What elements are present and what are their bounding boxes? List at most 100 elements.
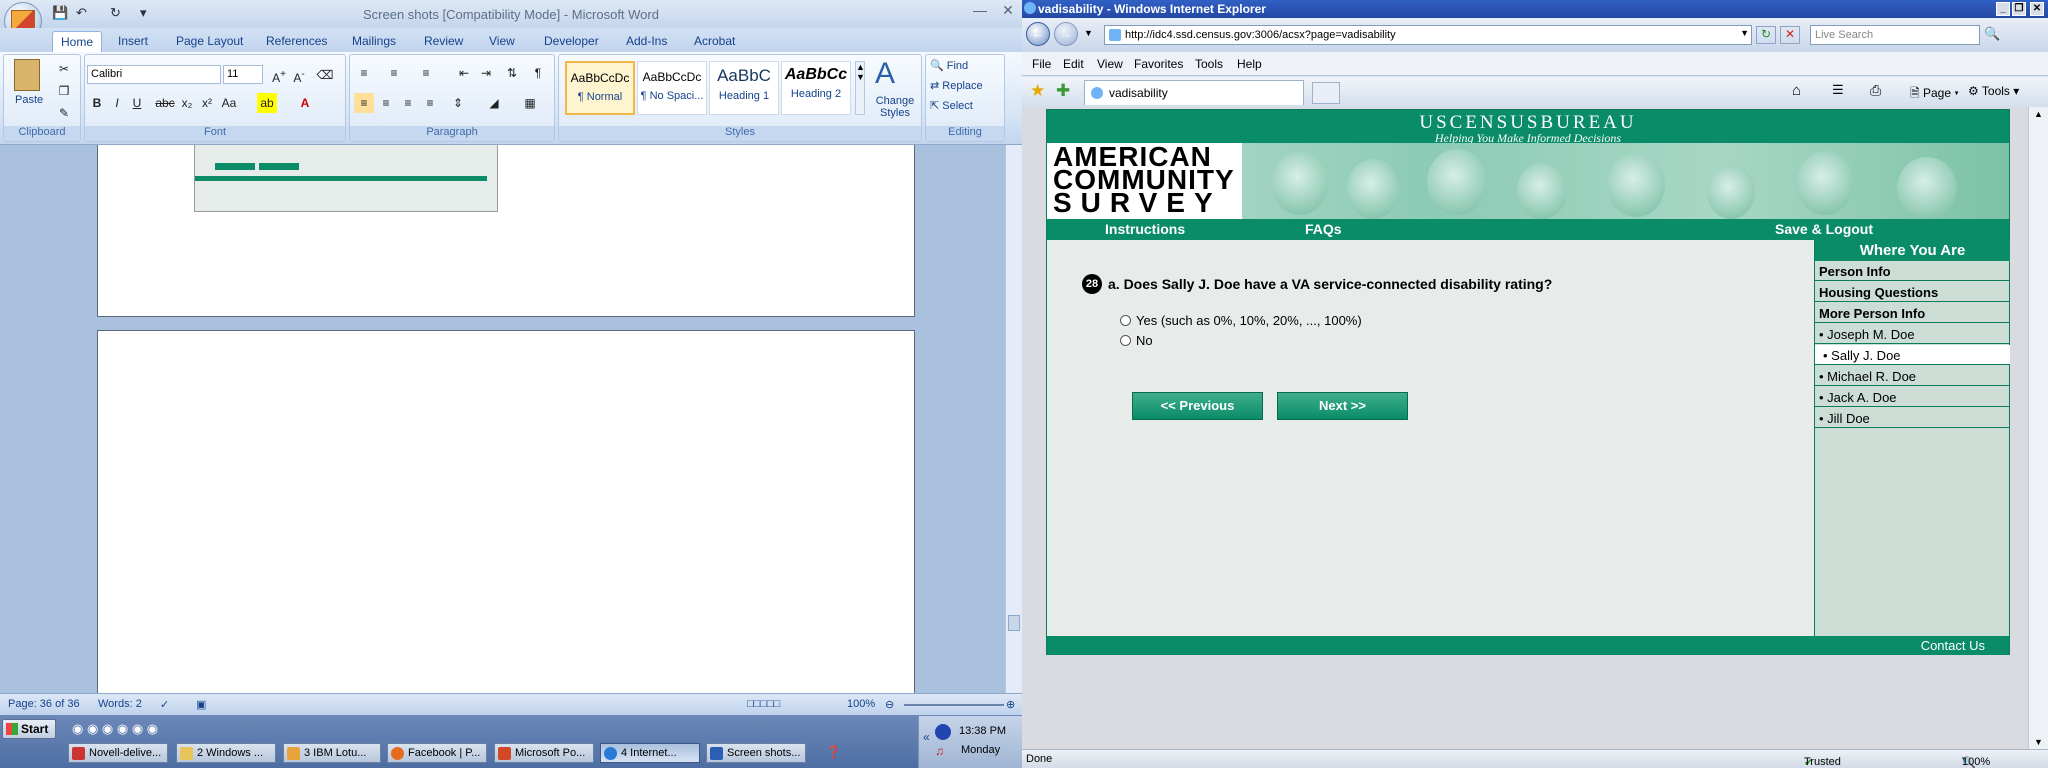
word-close-button[interactable]: ✕ — [996, 2, 1020, 20]
save-icon[interactable]: 💾 — [52, 5, 68, 21]
bullets-icon[interactable]: ≡ — [354, 63, 374, 83]
grow-font-icon[interactable]: A+ — [269, 65, 289, 85]
taskbar-item-facebook[interactable]: Facebook | P... — [387, 743, 487, 763]
contact-us-link[interactable]: Contact Us — [1921, 638, 1985, 653]
font-name-field[interactable]: Calibri — [87, 65, 221, 84]
ie-close-button[interactable]: ✕ — [2030, 2, 2044, 16]
style-heading-1[interactable]: AaBbC Heading 1 — [709, 61, 779, 115]
style-heading-2[interactable]: AaBbCc Heading 2 — [781, 61, 851, 115]
taskbar-item-windows[interactable]: 2 Windows ... — [176, 743, 276, 763]
new-tab-button[interactable] — [1312, 82, 1340, 104]
sidebar-item-jack[interactable]: • Jack A. Doe — [1815, 387, 2010, 407]
tab-acrobat[interactable]: Acrobat — [686, 31, 743, 52]
zoom-slider[interactable] — [904, 704, 1004, 706]
clock-time[interactable]: 13:38 PM — [959, 725, 1006, 737]
instructions-link[interactable]: Instructions — [1105, 221, 1185, 237]
replace-button[interactable]: ⇄ Replace — [930, 79, 983, 92]
sidebar-item-michael[interactable]: • Michael R. Doe — [1815, 366, 2010, 386]
zoom-out-icon[interactable]: ⊖ — [885, 698, 894, 711]
print-icon[interactable]: ⎙ — [1870, 82, 1881, 99]
option-yes[interactable]: Yes (such as 0%, 10%, 20%, ..., 100%) — [1120, 313, 1362, 328]
borders-icon[interactable]: ▦ — [520, 93, 540, 113]
document-page-empty[interactable] — [97, 330, 915, 693]
word-minimize-button[interactable]: — — [968, 2, 992, 20]
tools-menu[interactable]: ⚙ Tools ▾ — [1968, 84, 2019, 98]
faqs-link[interactable]: FAQs — [1305, 221, 1342, 237]
home-icon[interactable]: ⌂ — [1792, 82, 1801, 99]
align-right-icon[interactable]: ≡ — [398, 93, 418, 113]
stop-icon[interactable]: ✕ — [1780, 26, 1800, 44]
tab-home[interactable]: Home — [52, 31, 103, 52]
numbering-icon[interactable]: ≡ — [384, 63, 404, 83]
tab-view[interactable]: View — [481, 31, 523, 52]
taskbar-item-lotus[interactable]: 3 IBM Lotu... — [283, 743, 381, 763]
document-page[interactable] — [97, 145, 915, 317]
justify-icon[interactable]: ≡ — [420, 93, 440, 113]
option-no[interactable]: No — [1120, 333, 1153, 348]
font-size-field[interactable]: 11 — [223, 65, 263, 84]
page-count[interactable]: Page: 36 of 36 — [8, 698, 80, 710]
ie-vertical-scrollbar[interactable]: ▲ ▼ — [2028, 107, 2048, 749]
word-count[interactable]: Words: 2 — [98, 698, 142, 710]
sidebar-item-more-person-info[interactable]: More Person Info — [1815, 303, 2010, 323]
search-icon[interactable]: 🔍 — [1984, 26, 2000, 42]
tab-add-ins[interactable]: Add-Ins — [618, 31, 675, 52]
tab-references[interactable]: References — [258, 31, 335, 52]
undo-icon[interactable]: ↶ — [76, 5, 87, 21]
forward-icon[interactable]: → — [1054, 22, 1078, 46]
paste-button[interactable]: Paste — [15, 94, 43, 106]
taskbar-item-word[interactable]: Screen shots... — [706, 743, 806, 763]
address-bar[interactable]: http://idc4.ssd.census.gov:3006/acsx?pag… — [1104, 25, 1752, 45]
macro-icon[interactable]: ▣ — [196, 698, 206, 711]
shading-icon[interactable]: ◢ — [484, 93, 504, 113]
subscript-icon[interactable]: x₂ — [177, 93, 197, 113]
sidebar-item-joseph[interactable]: • Joseph M. Doe — [1815, 324, 2010, 344]
menu-favorites[interactable]: Favorites — [1134, 57, 1183, 71]
font-color-icon[interactable]: A — [295, 93, 315, 113]
page-menu[interactable]: 🗎 Page ▾ — [1910, 84, 1959, 105]
redo-icon[interactable]: ↻ — [110, 5, 121, 21]
scroll-down-icon[interactable]: ▼ — [2034, 737, 2043, 747]
find-button[interactable]: 🔍 Find — [930, 59, 968, 72]
highlight-icon[interactable]: ab — [257, 93, 277, 113]
back-icon[interactable]: ← — [1026, 22, 1050, 46]
favorites-star-icon[interactable]: ★ — [1030, 81, 1045, 101]
cut-icon[interactable]: ✂ — [54, 59, 74, 79]
menu-file[interactable]: File — [1032, 57, 1051, 71]
sidebar-item-housing-questions[interactable]: Housing Questions — [1815, 282, 2010, 302]
ie-minimize-button[interactable]: _ — [1996, 2, 2010, 16]
sort-icon[interactable]: ⇅ — [502, 63, 522, 83]
search-input[interactable]: Live Search — [1810, 25, 1980, 45]
zoom-control[interactable]: 🔍 100% ▾ — [1962, 753, 1990, 768]
menu-tools[interactable]: Tools — [1195, 57, 1223, 71]
taskbar-item-internet-explorer[interactable]: 4 Internet... — [600, 743, 700, 763]
word-vertical-scrollbar[interactable] — [1005, 145, 1022, 693]
refresh-icon[interactable]: ↻ — [1756, 26, 1776, 44]
history-dropdown-icon[interactable]: ▼ — [1084, 28, 1093, 38]
italic-icon[interactable]: I — [107, 93, 127, 113]
strikethrough-icon[interactable]: abc — [155, 93, 175, 113]
next-button[interactable]: Next >> — [1277, 392, 1408, 420]
previous-button[interactable]: << Previous — [1132, 392, 1263, 420]
change-case-icon[interactable]: Aa — [219, 93, 239, 113]
clear-format-icon[interactable]: ⌫ — [315, 65, 335, 85]
help-icon[interactable]: ❓ — [826, 745, 841, 759]
taskbar-item-novell[interactable]: Novell-delive... — [68, 743, 168, 763]
align-center-icon[interactable]: ≡ — [376, 93, 396, 113]
copy-icon[interactable]: ❐ — [54, 81, 74, 101]
superscript-icon[interactable]: x² — [197, 93, 217, 113]
change-styles-button[interactable]: Change Styles — [869, 95, 921, 119]
ie-restore-button[interactable]: ❐ — [2012, 2, 2026, 16]
tray-expand-icon[interactable]: « — [923, 730, 930, 744]
add-favorite-icon[interactable]: ✚ — [1056, 81, 1070, 101]
save-logout-link[interactable]: Save & Logout — [1775, 221, 1873, 237]
menu-help[interactable]: Help — [1237, 57, 1262, 71]
document-area[interactable] — [0, 145, 1005, 693]
view-buttons-icon[interactable]: □□□□□ — [747, 698, 780, 710]
proofing-icon[interactable]: ✓ — [160, 698, 169, 711]
line-spacing-icon[interactable]: ⇕ — [448, 93, 468, 113]
quick-launch-icons[interactable]: ◉ ◉ ◉ ◉ ◉ ◉ — [72, 721, 158, 737]
select-button[interactable]: ⇱ Select — [930, 99, 973, 112]
zoom-level[interactable]: 100% — [847, 698, 875, 710]
increase-indent-icon[interactable]: ⇥ — [476, 63, 496, 83]
